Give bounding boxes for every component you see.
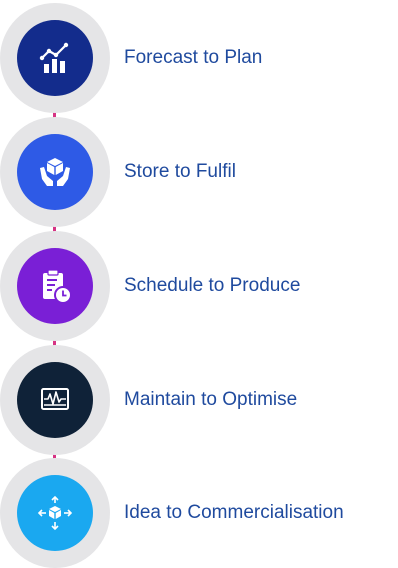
step-label[interactable]: Idea to Commercialisation — [124, 458, 344, 568]
cube-arrows-icon — [35, 493, 75, 533]
step-label[interactable]: Store to Fulfil — [124, 117, 236, 227]
step-icon-circle — [17, 475, 93, 551]
step-ring — [0, 231, 110, 341]
step-forecast-to-plan[interactable]: Forecast to Plan — [0, 3, 398, 113]
monitor-pulse-icon — [35, 380, 75, 420]
step-idea-to-commercialisation[interactable]: Idea to Commercialisation — [0, 458, 398, 568]
step-ring — [0, 345, 110, 455]
step-label[interactable]: Schedule to Produce — [124, 231, 300, 341]
step-icon-circle — [17, 362, 93, 438]
chart-growth-icon — [35, 38, 75, 78]
hands-box-icon — [35, 152, 75, 192]
step-icon-circle — [17, 20, 93, 96]
step-icon-circle — [17, 248, 93, 324]
clipboard-clock-icon — [35, 266, 75, 306]
step-schedule-to-produce[interactable]: Schedule to Produce — [0, 231, 398, 341]
step-store-to-fulfil[interactable]: Store to Fulfil — [0, 117, 398, 227]
step-maintain-to-optimise[interactable]: Maintain to Optimise — [0, 345, 398, 455]
step-label[interactable]: Forecast to Plan — [124, 3, 262, 113]
step-label[interactable]: Maintain to Optimise — [124, 345, 297, 455]
step-ring — [0, 458, 110, 568]
step-ring — [0, 3, 110, 113]
step-ring — [0, 117, 110, 227]
step-icon-circle — [17, 134, 93, 210]
